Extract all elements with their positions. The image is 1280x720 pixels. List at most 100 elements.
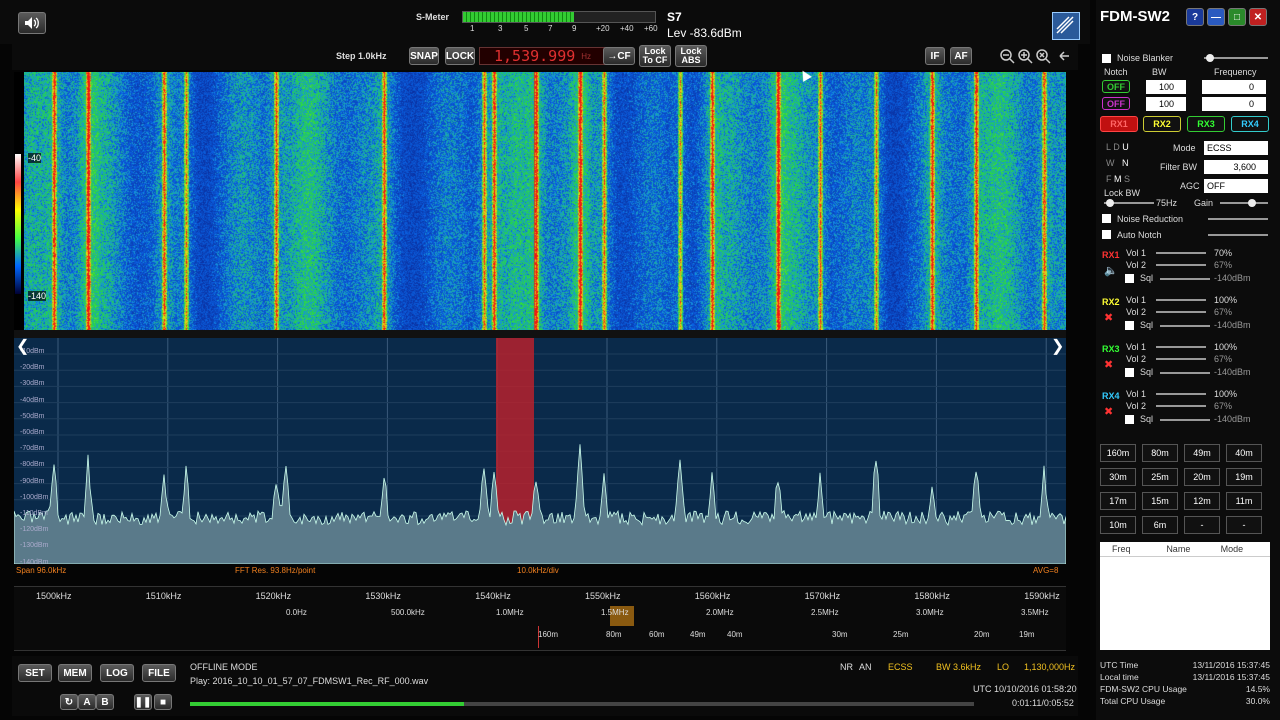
notch2-frequency[interactable]: 0 — [1202, 97, 1266, 111]
b-button[interactable]: B — [96, 694, 114, 710]
to-cf-button[interactable]: →CF — [603, 47, 635, 65]
band-button[interactable]: 80m — [1142, 444, 1178, 462]
filter-bw-field[interactable]: 3,600 — [1204, 160, 1268, 174]
wn-buttons[interactable]: W N — [1106, 158, 1129, 168]
pause-button[interactable]: ❚❚ — [134, 694, 152, 710]
sql-checkbox[interactable] — [1125, 321, 1134, 330]
if-button[interactable]: IF — [925, 47, 945, 65]
memory-list[interactable]: Freq Name Mode — [1100, 542, 1270, 650]
scroll-right-icon[interactable]: ❯ — [1051, 338, 1066, 360]
sql-checkbox[interactable] — [1125, 415, 1134, 424]
lock-button[interactable]: LOCK — [445, 47, 475, 65]
lock-abs-button[interactable]: Lock ABS — [675, 45, 707, 67]
sql-slider[interactable] — [1160, 325, 1210, 327]
step-label[interactable]: Step 1.0kHz — [336, 51, 387, 61]
band-button[interactable]: 17m — [1100, 492, 1136, 510]
a-button[interactable]: A — [78, 694, 96, 710]
band-button[interactable]: 49m — [1184, 444, 1220, 462]
log-button[interactable]: LOG — [100, 664, 134, 682]
band-button[interactable]: 160m — [1100, 444, 1136, 462]
s-button[interactable]: S — [1124, 174, 1130, 184]
mem-col-freq[interactable]: Freq — [1100, 544, 1166, 554]
agc-select[interactable]: OFF — [1204, 179, 1268, 193]
vol2-slider[interactable] — [1156, 264, 1206, 266]
frequency-scale[interactable]: 1500kHz 1510kHz 1520kHz 1530kHz 1540kHz 1550k… — [14, 586, 1066, 605]
band-button[interactable]: 6m — [1142, 516, 1178, 534]
snap-button[interactable]: SNAP — [409, 47, 439, 65]
rx4-tab[interactable]: RX4 — [1231, 116, 1269, 132]
zoom-controls[interactable] — [998, 47, 1070, 65]
n-button[interactable]: N — [1122, 158, 1129, 168]
gain-knob[interactable] — [1248, 199, 1256, 207]
scroll-left-icon[interactable]: ❮ — [16, 338, 32, 360]
band-button[interactable]: 12m — [1184, 492, 1220, 510]
gain-slider[interactable] — [1220, 202, 1268, 204]
sql-checkbox[interactable] — [1125, 274, 1134, 283]
vol1-slider[interactable] — [1156, 346, 1206, 348]
mem-col-mode[interactable]: Mode — [1221, 544, 1270, 554]
rx2-tab[interactable]: RX2 — [1143, 116, 1181, 132]
file-button[interactable]: FILE — [142, 664, 176, 682]
l-button[interactable]: L — [1106, 142, 1111, 152]
help-button[interactable]: ? — [1186, 8, 1204, 26]
vol1-slider[interactable] — [1156, 393, 1206, 395]
stop-button[interactable]: ■ — [154, 694, 172, 710]
auto-notch-checkbox[interactable] — [1102, 230, 1111, 239]
lock-bw-knob[interactable] — [1106, 199, 1114, 207]
fms-buttons[interactable]: F M S — [1106, 174, 1130, 184]
band-button[interactable]: 30m — [1100, 468, 1136, 486]
band-button[interactable]: 25m — [1142, 468, 1178, 486]
speaker-muted-icon[interactable]: ✖ — [1104, 405, 1113, 418]
notch2-toggle[interactable]: OFF — [1102, 97, 1130, 110]
speaker-icon[interactable]: 🔈 — [1104, 264, 1118, 277]
vol1-slider[interactable] — [1156, 252, 1206, 254]
vol2-slider[interactable] — [1156, 405, 1206, 407]
band-button[interactable]: 10m — [1100, 516, 1136, 534]
maximize-button[interactable]: □ — [1228, 8, 1246, 26]
notch2-bw[interactable]: 100 — [1146, 97, 1186, 111]
sql-slider[interactable] — [1160, 278, 1210, 280]
band-button[interactable]: 19m — [1226, 468, 1262, 486]
speaker-muted-icon[interactable]: ✖ — [1104, 311, 1113, 324]
mode-select[interactable]: ECSS — [1204, 141, 1268, 155]
noise-reduction-checkbox[interactable] — [1102, 214, 1111, 223]
notch1-frequency[interactable]: 0 — [1202, 80, 1266, 94]
set-button[interactable]: SET — [18, 664, 52, 682]
af-button[interactable]: AF — [950, 47, 972, 65]
waterfall-display[interactable]: -40 -140 — [14, 72, 1066, 330]
speaker-button[interactable] — [18, 12, 46, 34]
band-button[interactable]: 20m — [1184, 468, 1220, 486]
waterfall-level-bar[interactable] — [14, 72, 24, 330]
noise-blanker-knob[interactable] — [1206, 54, 1214, 62]
speaker-muted-icon[interactable]: ✖ — [1104, 358, 1113, 371]
notch1-bw[interactable]: 100 — [1146, 80, 1186, 94]
noise-blanker-checkbox[interactable] — [1102, 54, 1111, 63]
tools-button[interactable] — [1052, 12, 1080, 40]
minimize-button[interactable]: — — [1207, 8, 1225, 26]
band-button[interactable]: - — [1184, 516, 1220, 534]
vol1-slider[interactable] — [1156, 299, 1206, 301]
m-button[interactable]: M — [1114, 174, 1122, 184]
rx1-tab[interactable]: RX1 — [1100, 116, 1138, 132]
spectrum-display[interactable]: -10dBm -20dBm -30dBm -40dBm -50dBm -60dBm -70d… — [14, 338, 1066, 564]
mem-button[interactable]: MEM — [58, 664, 92, 682]
auto-notch-slider[interactable] — [1208, 234, 1268, 236]
band-scale[interactable]: 0.0Hz 500.0kHz 1.0MHz 1.5MHz 2.0MHz 2.5MHz 3.0… — [14, 604, 1066, 651]
band-button[interactable]: - — [1226, 516, 1262, 534]
close-button[interactable]: ✕ — [1249, 8, 1267, 26]
u-button[interactable]: U — [1122, 142, 1129, 152]
sql-slider[interactable] — [1160, 419, 1210, 421]
band-button[interactable]: 11m — [1226, 492, 1262, 510]
sql-slider[interactable] — [1160, 372, 1210, 374]
splitter[interactable] — [14, 330, 1066, 338]
band-button[interactable]: 15m — [1142, 492, 1178, 510]
band-button[interactable]: 40m — [1226, 444, 1262, 462]
spectrum-plot[interactable] — [14, 338, 1066, 564]
waterfall-canvas[interactable] — [14, 72, 1066, 330]
frequency-display[interactable]: 1,539.999 Hz — [479, 47, 609, 65]
mem-col-name[interactable]: Name — [1166, 544, 1220, 554]
f-button[interactable]: F — [1106, 174, 1112, 184]
notch1-toggle[interactable]: OFF — [1102, 80, 1130, 93]
ldu-buttons[interactable]: L D U — [1106, 142, 1129, 152]
playback-bar[interactable] — [190, 702, 974, 706]
